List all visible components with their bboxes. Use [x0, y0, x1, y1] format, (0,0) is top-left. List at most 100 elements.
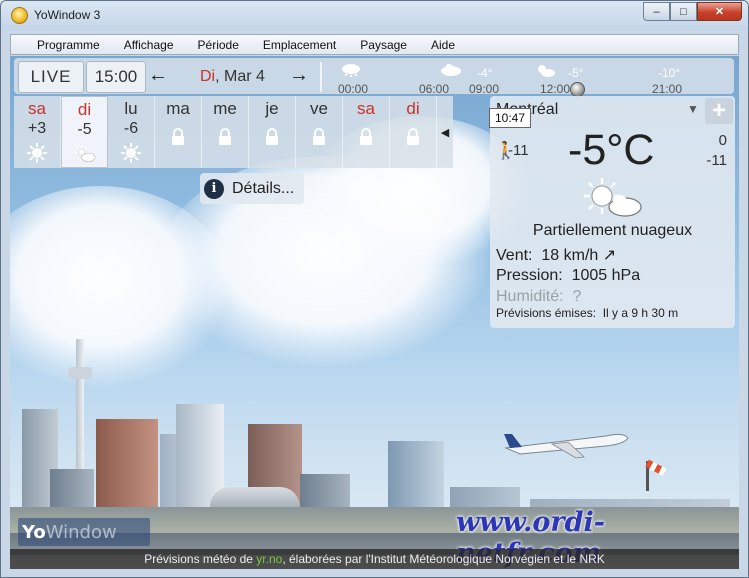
partly-cloudy-icon: [538, 65, 555, 77]
humidity-row: Humidité: ?: [496, 288, 581, 306]
lock-icon: [407, 128, 419, 145]
yowindow-sun-icon: [11, 7, 28, 24]
timeline-label: 21:00: [652, 82, 683, 96]
issued-value: Il y a 9 h 30 m: [602, 306, 679, 320]
arrow-right-icon[interactable]: →: [289, 65, 309, 85]
arrow-left-icon[interactable]: ←: [148, 65, 168, 85]
lock-icon: [172, 128, 184, 145]
pressure-label: Pression:: [496, 267, 563, 284]
info-icon: i: [204, 178, 224, 199]
menu-programme[interactable]: Programme: [11, 38, 112, 52]
close-button[interactable]: ✕: [697, 2, 742, 21]
menu-bar: Programme Affichage Période Emplacement …: [10, 34, 739, 55]
yowindow-app-window: YoWindow 3 – □ ✕ Programme Affichage Pér…: [0, 0, 749, 578]
feels-like-temp: -11: [508, 142, 529, 159]
add-location-button[interactable]: +: [705, 98, 733, 124]
date-day: Di: [200, 68, 216, 85]
day-cell-locked[interactable]: je: [249, 96, 296, 168]
day-cell-locked[interactable]: ve: [296, 96, 343, 168]
date-rest: , Mar 4: [215, 68, 265, 85]
collapse-arrow-icon[interactable]: ◀: [437, 96, 453, 168]
sun-icon: [121, 143, 141, 163]
credits-bar: Prévisions météo de yr.no, élaborées par…: [10, 549, 739, 569]
details-label: Détails...: [232, 179, 295, 197]
current-time[interactable]: 15:00: [86, 61, 146, 93]
timeline-divider: [320, 62, 322, 92]
time-slider-knob[interactable]: [570, 82, 585, 97]
humidity-value: ?: [572, 288, 582, 305]
menu-emplacement[interactable]: Emplacement: [251, 38, 348, 52]
day-name: sa: [357, 99, 375, 118]
lock-icon: [266, 128, 278, 145]
logo-yo: Yo: [22, 521, 46, 543]
timeline-label: 06:00: [419, 82, 450, 96]
timeline-label: 12:00: [540, 82, 571, 96]
day-name: me: [213, 99, 237, 118]
day-cell-selected[interactable]: di -5: [61, 96, 108, 168]
window-controls: – □ ✕: [643, 2, 742, 21]
timeline-temp: -10°: [658, 66, 681, 80]
logo-window: Window: [45, 521, 117, 543]
day-name: je: [265, 99, 279, 118]
timeline-temp: -5°: [568, 66, 584, 80]
pressure-value: 1005 hPa: [571, 267, 641, 284]
weather-scene: LIVE 15:00 ← Di, Mar 4 → 00:00 06:00 -4°…: [10, 56, 739, 569]
title-bar: YoWindow 3 – □ ✕: [1, 1, 748, 31]
credits-before: Prévisions météo de: [144, 552, 253, 566]
terminal-dome: [210, 487, 300, 507]
timeline-temp: -4°: [477, 66, 493, 80]
day-temp: -5: [77, 121, 92, 138]
credits-link[interactable]: yr.no: [256, 552, 282, 566]
sun-icon: [27, 143, 47, 163]
issued-label: Prévisions émises:: [496, 306, 597, 320]
partly-cloudy-large-icon: [584, 178, 642, 217]
timeline-label: 09:00: [469, 82, 500, 96]
day-cell-locked[interactable]: sa: [343, 96, 390, 168]
wind-label: Vent:: [496, 247, 533, 264]
pressure-row: Pression: 1005 hPa: [496, 267, 640, 285]
day-strip: sa +3 di -5 lu -6 ma me je ve sa di ◀: [14, 96, 458, 168]
condition-text: Partiellement nuageux: [532, 222, 693, 239]
humidity-label: Humidité:: [496, 288, 564, 305]
forecast-issued: Prévisions émises: Il y a 9 h 30 m: [496, 306, 678, 320]
day-cell[interactable]: lu -6: [108, 96, 155, 168]
live-button[interactable]: LIVE: [18, 61, 84, 93]
day-cell-locked[interactable]: di: [390, 96, 437, 168]
menu-paysage[interactable]: Paysage: [348, 38, 419, 52]
tower-pod: [68, 367, 92, 379]
details-button[interactable]: i Détails...: [200, 173, 304, 204]
menu-affichage[interactable]: Affichage: [112, 38, 186, 52]
airplane-icon: [504, 433, 629, 459]
maximize-button[interactable]: □: [670, 2, 697, 21]
day-name: ve: [310, 99, 328, 118]
location-dropdown-icon[interactable]: ▼: [687, 102, 699, 116]
minimize-button[interactable]: –: [643, 2, 670, 21]
day-name: lu: [124, 99, 138, 118]
low-temp: -11: [706, 152, 727, 169]
lock-icon: [313, 128, 325, 145]
lock-icon: [219, 128, 231, 145]
current-date: Di, Mar 4: [200, 68, 265, 86]
day-cell-locked[interactable]: me: [202, 96, 249, 168]
day-name: di: [77, 100, 92, 119]
current-weather-panel: Montréal 10:47 ▼ + 🚶 -11 -5°C 0 -11 Part…: [489, 96, 735, 328]
menu-periode[interactable]: Période: [186, 38, 251, 52]
lock-icon: [360, 128, 372, 145]
day-name: ma: [166, 99, 190, 118]
high-temp: 0: [718, 132, 727, 149]
window-title: YoWindow 3: [34, 8, 101, 22]
wind-row: Vent: 18 km/h ↗: [496, 245, 616, 265]
credits-after: , élaborées par l'Institut Météorologiqu…: [282, 552, 605, 566]
menu-aide[interactable]: Aide: [419, 38, 467, 52]
day-name: sa: [28, 99, 46, 118]
snow-cloud-icon: [342, 64, 360, 77]
day-cell[interactable]: sa +3: [14, 96, 61, 168]
time-bar: LIVE 15:00 ← Di, Mar 4 → 00:00 06:00 -4°…: [14, 58, 734, 97]
day-temp: -6: [123, 120, 139, 137]
day-cell-locked[interactable]: ma: [155, 96, 202, 168]
local-time-tooltip: 10:47: [489, 108, 531, 128]
day-name: di: [406, 99, 420, 118]
yowindow-logo[interactable]: Yo Window: [18, 518, 150, 546]
cloud-icon: [441, 64, 461, 76]
partly-cloudy-icon: [74, 145, 95, 162]
